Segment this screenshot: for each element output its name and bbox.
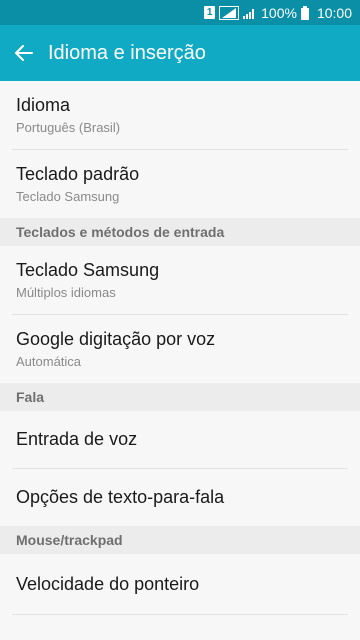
setting-subtitle: Português (Brasil) [16, 120, 121, 135]
setting-subtitle: Múltiplos idiomas [16, 285, 116, 300]
divider [12, 614, 348, 615]
sim-icon: 1 [204, 6, 216, 19]
section-header-teclados: Teclados e métodos de entrada [0, 218, 360, 246]
setting-title: Opções de texto-para-fala [16, 487, 225, 507]
back-arrow-icon [15, 45, 33, 61]
setting-subtitle: Automática [16, 354, 82, 369]
status-bar: 1 100% 10:00 [0, 0, 360, 25]
setting-subtitle: Teclado Samsung [16, 189, 120, 204]
setting-title: Entrada de voz [16, 429, 138, 449]
setting-velocidade-ponteiro[interactable]: Velocidade do ponteiro [0, 554, 360, 614]
section-header-mouse: Mouse/trackpad [0, 526, 360, 554]
clock: 10:00 [316, 4, 352, 21]
signal-icon [219, 5, 240, 20]
setting-teclado-samsung[interactable]: Teclado Samsung Múltiplos idiomas [0, 246, 360, 314]
page-title: Idioma e inserção [48, 41, 206, 64]
setting-title: Teclado Samsung [16, 260, 160, 280]
setting-title: Teclado padrão [16, 164, 140, 184]
setting-opcoes-tts[interactable]: Opções de texto-para-fala [0, 469, 360, 526]
battery-percent: 100% [261, 4, 297, 21]
app-bar: Idioma e inserção [0, 25, 360, 81]
setting-teclado-padrao[interactable]: Teclado padrão Teclado Samsung [0, 150, 360, 218]
setting-title: Velocidade do ponteiro [16, 573, 200, 594]
setting-entrada-voz[interactable]: Entrada de voz [0, 411, 360, 468]
section-header-fala: Fala [0, 383, 360, 411]
setting-title: Google digitação por voz [16, 329, 216, 349]
setting-title: Idioma [16, 95, 71, 115]
setting-google-voz[interactable]: Google digitação por voz Automática [0, 315, 360, 383]
battery-icon [300, 5, 309, 20]
settings-list: Idioma Português (Brasil) Teclado padrão… [0, 81, 360, 615]
back-button[interactable] [0, 25, 48, 81]
setting-idioma[interactable]: Idioma Português (Brasil) [0, 81, 360, 149]
signal-secondary-icon [243, 7, 257, 19]
